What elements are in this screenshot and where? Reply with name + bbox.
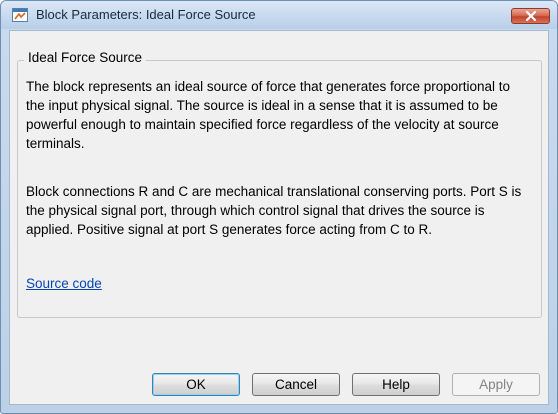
close-icon bbox=[525, 11, 536, 21]
description-paragraph-1: The block represents an ideal source of … bbox=[26, 79, 511, 151]
title-bar[interactable]: Block Parameters: Ideal Force Source bbox=[1, 1, 557, 29]
dialog-window: Block Parameters: Ideal Force Source Ide… bbox=[0, 0, 558, 414]
cancel-button[interactable]: Cancel bbox=[252, 373, 340, 396]
group-title: Ideal Force Source bbox=[24, 50, 147, 65]
simulink-block-icon bbox=[12, 8, 28, 22]
window-title: Block Parameters: Ideal Force Source bbox=[36, 7, 256, 22]
source-code-link[interactable]: Source code bbox=[26, 276, 102, 291]
help-button[interactable]: Help bbox=[352, 373, 440, 396]
description-paragraph-2: Block connections R and C are mechanical… bbox=[26, 184, 522, 237]
ok-button[interactable]: OK bbox=[152, 373, 240, 396]
dialog-body: Ideal Force Source The block represents … bbox=[9, 30, 549, 405]
close-button[interactable] bbox=[511, 8, 550, 24]
apply-button[interactable]: Apply bbox=[452, 373, 540, 396]
